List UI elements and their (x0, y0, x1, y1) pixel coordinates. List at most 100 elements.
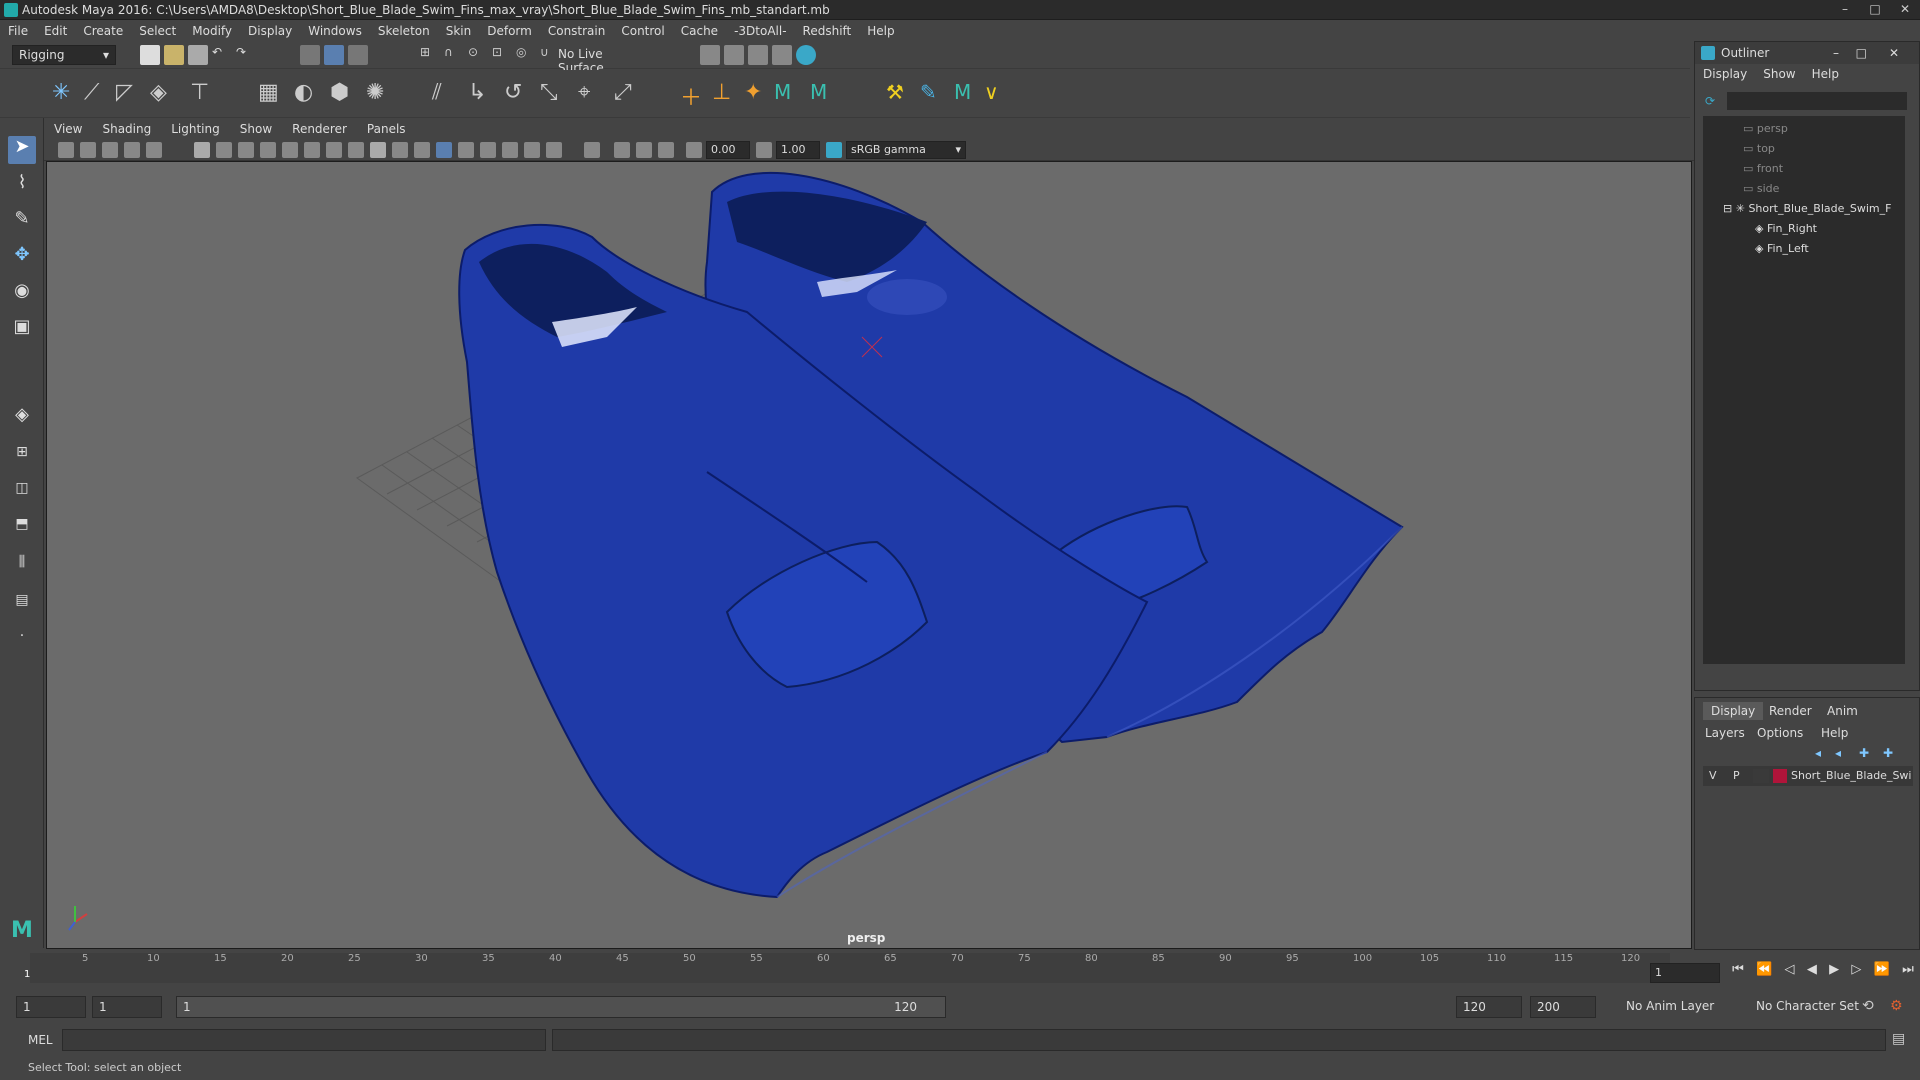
menu-control[interactable]: Control (613, 24, 672, 38)
camera-select-icon[interactable] (58, 142, 74, 158)
outliner-layout-icon[interactable]: ⫼ (8, 554, 36, 582)
ik-spline-icon[interactable]: ◸ (116, 80, 142, 106)
locator-icon[interactable]: ＋ (680, 80, 706, 111)
human-ik-icon[interactable]: M (774, 80, 800, 106)
snap-surface-icon[interactable]: ◎ (516, 45, 536, 65)
new-layer-selected-icon[interactable]: ✚ (1883, 746, 1893, 760)
parent-constraint-icon[interactable]: ⌖ (578, 80, 604, 106)
gamma-field[interactable]: 1.00 (776, 141, 820, 159)
layer-visibility-toggle[interactable]: V (1709, 769, 1717, 782)
playback-start-field[interactable]: 1 (92, 996, 162, 1018)
outliner-item-side[interactable]: ▭ side (1743, 182, 1779, 195)
select-component-icon[interactable] (348, 45, 368, 65)
joint-tool-icon[interactable]: ✳ (52, 80, 78, 106)
menu-skeleton[interactable]: Skeleton (370, 24, 438, 38)
layer-playback-toggle[interactable]: P (1733, 769, 1740, 782)
bookmark-icon[interactable] (102, 142, 118, 158)
select-object-icon[interactable] (324, 45, 344, 65)
select-hierarchy-icon[interactable] (300, 45, 320, 65)
camera-attributes-icon[interactable] (80, 142, 96, 158)
motion-blur-icon[interactable] (502, 142, 518, 158)
safe-title-icon[interactable] (326, 142, 342, 158)
close-button[interactable]: ✕ (1890, 0, 1920, 20)
shadows-icon[interactable] (458, 142, 474, 158)
outliner-item-fin-left[interactable]: ◈ Fin_Left (1755, 242, 1809, 255)
animation-end-field[interactable]: 200 (1530, 996, 1596, 1018)
playback-end-field[interactable]: 120 (1456, 996, 1522, 1018)
grid-toggle-icon[interactable] (194, 142, 210, 158)
resolution-gate-icon[interactable] (238, 142, 254, 158)
insert-joint-icon[interactable]: ◈ (150, 80, 176, 106)
point-constraint-icon[interactable]: ⫽ (432, 80, 458, 106)
character-control-icon[interactable]: M (810, 80, 836, 106)
outliner-item-persp[interactable]: ▭ persp (1743, 122, 1788, 135)
default-material-icon[interactable] (392, 142, 408, 158)
render-settings-icon[interactable] (772, 45, 792, 65)
step-back-key-icon[interactable]: ⏪ (1756, 962, 1772, 984)
film-gate-icon[interactable] (216, 142, 232, 158)
ipr-render-icon[interactable] (748, 45, 768, 65)
render-view-icon[interactable] (700, 45, 720, 65)
2d-pan-zoom-icon[interactable] (146, 142, 162, 158)
checkmark-icon[interactable]: ∨ (984, 80, 1010, 106)
menu-create[interactable]: Create (75, 24, 131, 38)
new-scene-icon[interactable] (140, 45, 160, 65)
menu-skin[interactable]: Skin (438, 24, 480, 38)
more-layouts-icon[interactable]: · (8, 628, 36, 656)
graph-layout-icon[interactable]: ▤ (8, 592, 36, 620)
tab-anim[interactable]: Anim (1819, 702, 1866, 720)
depth-of-field-icon[interactable] (546, 142, 562, 158)
refresh-icon[interactable]: ⟳ (1705, 94, 1715, 108)
use-all-lights-icon[interactable] (436, 142, 452, 158)
script-editor-icon[interactable]: ▤ (1892, 1031, 1905, 1047)
snap-view-icon[interactable]: ⊡ (492, 45, 512, 65)
bind-skin-icon[interactable]: ▦ (258, 80, 284, 106)
script-language-label[interactable]: MEL (28, 1033, 53, 1047)
menu-windows[interactable]: Windows (300, 24, 370, 38)
screen-space-ao-icon[interactable] (480, 142, 496, 158)
undo-icon[interactable]: ↶ (212, 45, 232, 65)
xray-joints-icon[interactable] (636, 142, 652, 158)
single-pane-layout-icon[interactable]: ◈ (8, 404, 36, 432)
xray-icon[interactable] (614, 142, 630, 158)
play-backward-icon[interactable]: ◀ (1807, 962, 1817, 984)
outliner-item-top[interactable]: ▭ top (1743, 142, 1775, 155)
outliner-filter-input[interactable] (1727, 92, 1907, 110)
panel-menu-shading[interactable]: Shading (92, 122, 161, 136)
outliner-menu-display[interactable]: Display (1695, 67, 1755, 81)
select-tool-icon[interactable]: ➤ (8, 136, 36, 164)
render-frame-icon[interactable] (724, 45, 744, 65)
tab-render[interactable]: Render (1761, 702, 1820, 720)
layer-color-swatch[interactable] (1773, 769, 1787, 783)
snap-grid-icon[interactable]: ⊞ (420, 45, 440, 65)
menu-edit[interactable]: Edit (36, 24, 75, 38)
pole-vector-icon[interactable]: ⤢ (614, 80, 640, 106)
tab-display[interactable]: Display (1703, 702, 1764, 720)
go-to-start-icon[interactable]: ⏮ (1732, 962, 1744, 984)
menu-help[interactable]: Help (859, 24, 902, 38)
display-layer-row[interactable]: V P Short_Blue_Blade_Swi (1703, 766, 1913, 786)
textured-icon[interactable] (414, 142, 430, 158)
outliner-item-group[interactable]: ⊟ ✳ Short_Blue_Blade_Swim_F (1723, 202, 1891, 215)
command-input[interactable] (62, 1029, 546, 1051)
paint-select-icon[interactable]: ✎ (8, 208, 36, 236)
effector-icon[interactable]: ✦ (744, 80, 770, 106)
layer-menu-layers[interactable]: Layers (1705, 726, 1745, 740)
gate-mask-icon[interactable] (260, 142, 276, 158)
go-to-end-icon[interactable]: ⏭ (1902, 962, 1914, 984)
layer-menu-options[interactable]: Options (1757, 726, 1803, 740)
exposure-field[interactable]: 0.00 (706, 141, 750, 159)
smooth-shade-icon[interactable] (370, 142, 386, 158)
redo-icon[interactable]: ↷ (236, 45, 256, 65)
new-empty-layer-icon[interactable]: ✚ (1859, 746, 1869, 760)
mirror-joint-icon[interactable]: ⊤ (190, 80, 216, 106)
side-by-side-layout-icon[interactable]: ◫ (8, 480, 36, 508)
isolate-select-icon[interactable] (584, 142, 600, 158)
perspective-viewport[interactable]: persp (46, 161, 1692, 949)
step-forward-frame-icon[interactable]: ▷ (1851, 962, 1861, 984)
menu-redshift[interactable]: Redshift (795, 24, 860, 38)
four-pane-layout-icon[interactable]: ⊞ (8, 444, 36, 472)
ik-handle-icon[interactable]: ⟋ (84, 80, 110, 106)
menu-cache[interactable]: Cache (673, 24, 726, 38)
outliner-menu-help[interactable]: Help (1804, 67, 1847, 81)
